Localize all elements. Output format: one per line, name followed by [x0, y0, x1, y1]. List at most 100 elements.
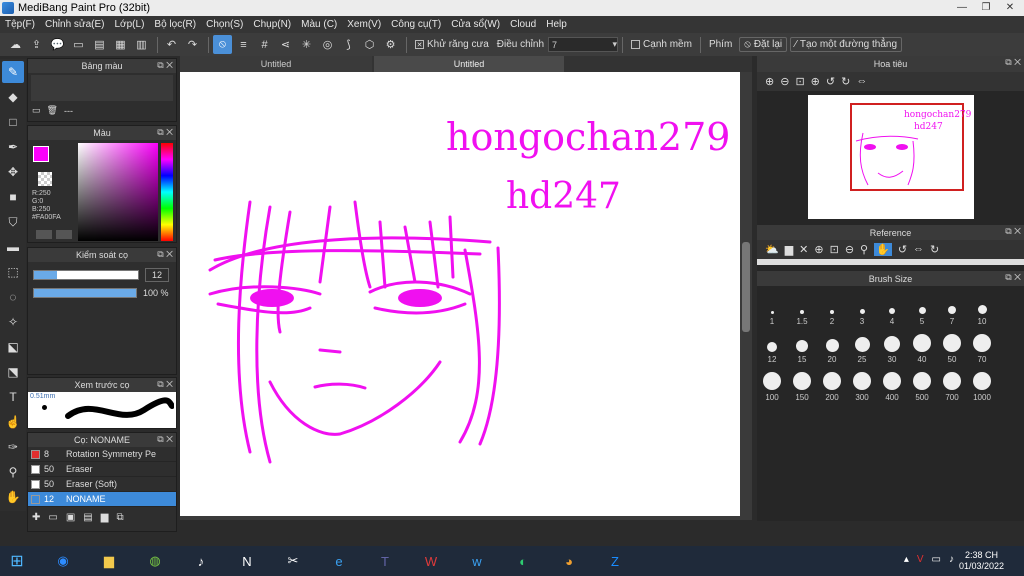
tab-untitled-2[interactable]: Untitled	[374, 56, 564, 72]
maximize-button[interactable]: ❐	[974, 0, 998, 14]
brush-size-slider[interactable]	[33, 270, 139, 280]
close-button[interactable]: ✕	[998, 0, 1022, 14]
menu-edit[interactable]: Chỉnh sửa(E)	[40, 19, 110, 30]
brush-size-option[interactable]: 70	[967, 326, 997, 364]
brush-size-option[interactable]: 300	[847, 364, 877, 402]
rotate-right-icon[interactable]: ↻	[841, 75, 850, 88]
eraser-tool-icon[interactable]: ◆	[2, 86, 24, 108]
brush-item[interactable]: 8 Rotation Symmetry Pen	[28, 447, 176, 462]
brush-size-option[interactable]: 10	[967, 288, 997, 326]
fill-rect-tool-icon[interactable]: ■	[2, 186, 24, 208]
hue-slider[interactable]	[161, 143, 173, 241]
zoom-in-icon[interactable]: ⊕	[765, 75, 774, 88]
saturation-value-picker[interactable]	[78, 143, 158, 241]
lasso-tool-icon[interactable]: ◌	[2, 286, 24, 308]
brush-size-option[interactable]: 4	[877, 288, 907, 326]
horizontal-scrollbar[interactable]	[180, 516, 740, 520]
menu-color[interactable]: Màu (C)	[296, 19, 342, 30]
brush-size-option[interactable]: 50	[937, 326, 967, 364]
new-brush-icon[interactable]: ▭	[48, 512, 57, 523]
straight-line-button[interactable]: ⁄ Tạo một đường thẳng	[790, 37, 903, 52]
brush-size-option[interactable]: 150	[787, 364, 817, 402]
brush-size-option[interactable]: 30	[877, 326, 907, 364]
snipping-icon[interactable]: ✂	[276, 547, 310, 575]
undo-icon[interactable]: ↶	[162, 35, 181, 54]
office-icon[interactable]: W	[414, 547, 448, 575]
brush-size-option[interactable]: 12	[757, 326, 787, 364]
zoom-out-icon[interactable]: ⊖	[780, 75, 789, 88]
transparent-swatch[interactable]	[38, 172, 52, 186]
brush-size-option[interactable]: 1000	[967, 364, 997, 402]
tiktok-icon[interactable]: ♪	[184, 547, 218, 575]
settings-icon[interactable]: ⚙	[381, 35, 400, 54]
hand-tool-icon[interactable]: ✋	[2, 486, 24, 508]
grid-snap-icon[interactable]: #	[255, 35, 274, 54]
flip-icon-2[interactable]: ⇔	[913, 243, 924, 256]
panel-close-icon[interactable]: ⧉ ✕	[1005, 57, 1021, 68]
brush-size-option[interactable]: 40	[907, 326, 937, 364]
tray-app-icon[interactable]: V	[917, 554, 924, 565]
correction-select[interactable]: 7 ▾	[548, 37, 619, 52]
rotate-right-icon-2[interactable]: ↻	[930, 243, 939, 256]
app-icon-green[interactable]: ◍	[138, 547, 172, 575]
flip-icon[interactable]: ⇔	[856, 75, 867, 88]
brush-menu-icon[interactable]: ▣	[66, 512, 75, 523]
volume-icon[interactable]: ♪	[949, 554, 954, 565]
edge-browser-icon[interactable]: e	[322, 547, 356, 575]
menu-cloud[interactable]: Cloud	[505, 19, 541, 30]
upload-icon[interactable]: ⇪	[27, 35, 46, 54]
brush-size-value[interactable]: 12	[145, 268, 169, 282]
layers-icon[interactable]: ▦	[111, 35, 130, 54]
zoom-out-icon-2[interactable]: ⊖	[845, 243, 854, 256]
network-icon[interactable]: ▭	[932, 554, 941, 565]
panel-close-icon[interactable]: ⧉ ✕	[157, 379, 173, 390]
select-pen-tool-icon[interactable]: ⬕	[2, 336, 24, 358]
brush-item[interactable]: 50 Eraser (Soft)	[28, 477, 176, 492]
zalo-icon[interactable]: Z	[598, 547, 632, 575]
redo-icon[interactable]: ↷	[183, 35, 202, 54]
rotate-left-icon[interactable]: ↺	[826, 75, 835, 88]
brush-size-option[interactable]: 7	[937, 288, 967, 326]
select-tool-icon[interactable]: ⬚	[2, 261, 24, 283]
operation-tool-icon[interactable]: ☝	[2, 411, 24, 433]
fit-icon[interactable]: ⊡	[795, 75, 804, 88]
new-file-icon[interactable]: ▭	[69, 35, 88, 54]
eyedropper-icon[interactable]: ⚲	[860, 243, 868, 256]
gradient-tool-icon[interactable]: ▬	[2, 236, 24, 258]
tray-arrow-icon[interactable]: ▴	[904, 554, 909, 565]
rotate-left-icon-2[interactable]: ↺	[898, 243, 907, 256]
snap-off-icon[interactable]: ⦸	[213, 35, 232, 54]
panel-close-icon[interactable]: ⧉ ✕	[1005, 226, 1021, 237]
circle-snap-icon[interactable]: ◎	[318, 35, 337, 54]
zoom-app-icon[interactable]: ◉	[46, 547, 80, 575]
file-explorer-icon[interactable]: ▆	[92, 547, 126, 575]
brush-item[interactable]: 50 Eraser	[28, 462, 176, 477]
brush-size-option[interactable]: 200	[817, 364, 847, 402]
add-brush-icon[interactable]: ✚	[32, 512, 40, 523]
navigator-preview[interactable]: hongochan279 hd247	[807, 95, 974, 219]
panel-close-icon[interactable]: ⧉ ✕	[157, 249, 173, 260]
brush-size-option[interactable]: 5	[907, 288, 937, 326]
duplicate-icon[interactable]: ⧉	[116, 512, 123, 523]
new-palette-icon[interactable]: ▭	[32, 105, 41, 116]
menu-view[interactable]: Xem(V)	[342, 19, 386, 30]
zoom-in-icon-2[interactable]: ⊕	[811, 75, 820, 88]
tab-untitled-1[interactable]: Untitled	[180, 56, 372, 72]
brush-size-option[interactable]: 20	[817, 326, 847, 364]
folder-icon[interactable]: ▆	[101, 512, 109, 523]
move-tool-icon[interactable]: ✥	[2, 161, 24, 183]
brush-size-option[interactable]: 1	[757, 288, 787, 326]
panel-close-icon[interactable]: ⧉ ✕	[157, 60, 173, 71]
drawing-canvas[interactable]: hongochan279 hd247	[180, 72, 740, 516]
brush-size-option[interactable]: 100	[757, 364, 787, 402]
brush-item[interactable]: 12 NONAME	[28, 492, 176, 507]
zoom-in-icon-3[interactable]: ⊕	[814, 243, 823, 256]
canvas-area[interactable]: hongochan279 hd247	[180, 72, 752, 520]
opacity-slider[interactable]	[33, 288, 137, 298]
palette-swatch-area[interactable]	[31, 75, 173, 101]
brush-size-option[interactable]: 700	[937, 364, 967, 402]
chat-icon[interactable]: 💬	[48, 35, 67, 54]
text-tool-icon[interactable]: T	[2, 386, 24, 408]
select-eraser-tool-icon[interactable]: ⬔	[2, 361, 24, 383]
brush-size-option[interactable]: 3	[847, 288, 877, 326]
